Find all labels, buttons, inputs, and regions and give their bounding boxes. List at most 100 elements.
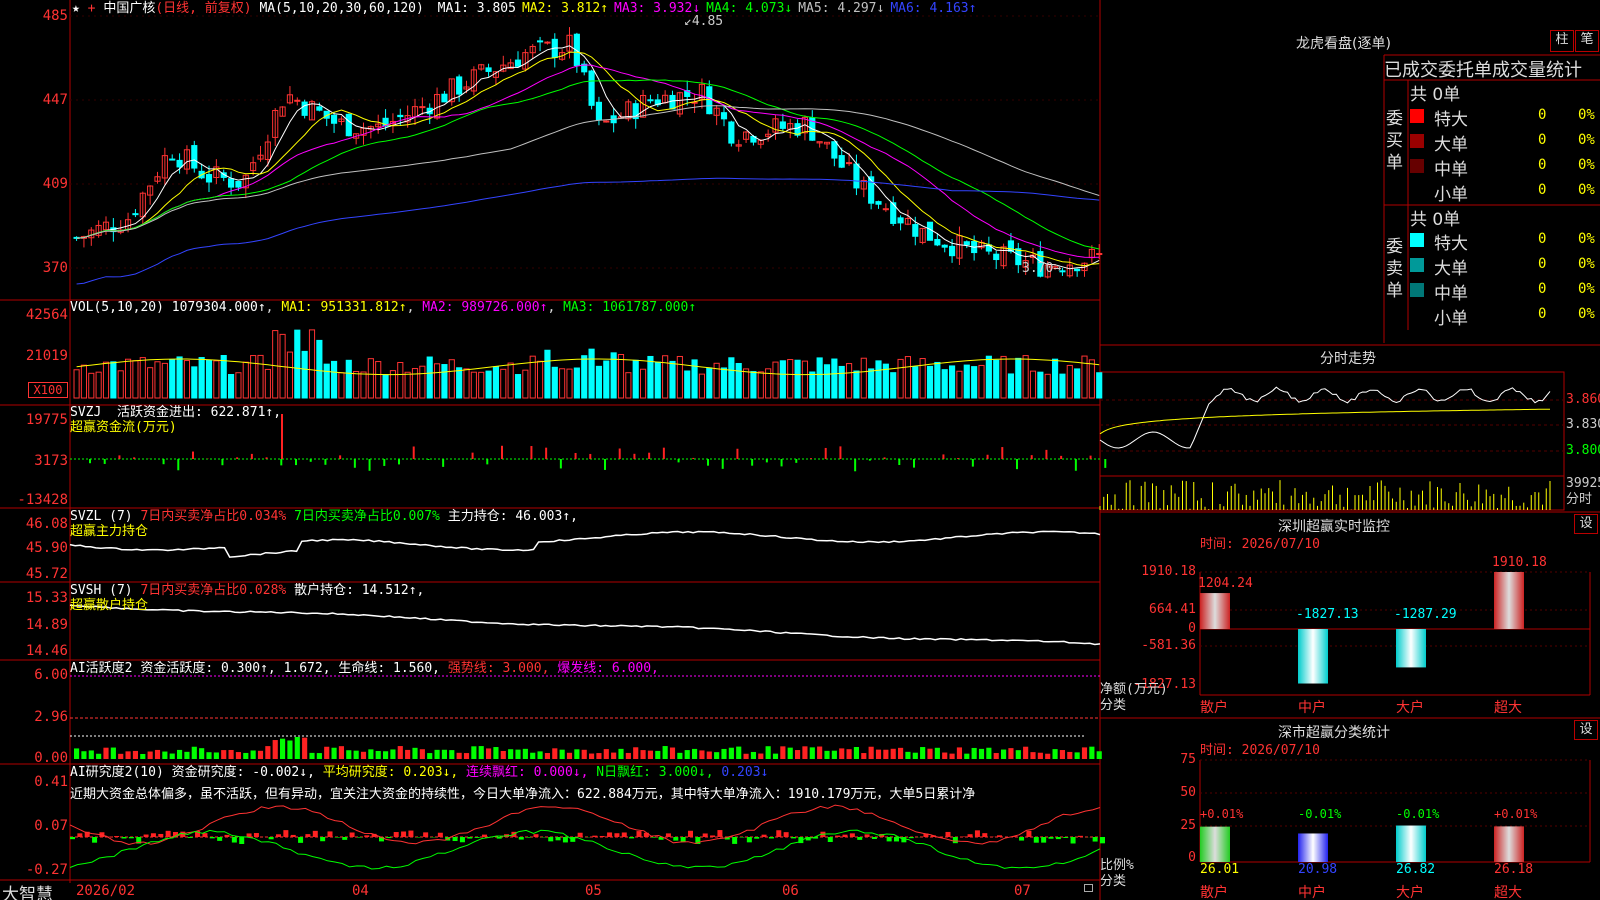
sz-bar — [1494, 572, 1524, 629]
activity-bar — [787, 747, 793, 759]
lock-icon[interactable] — [1084, 884, 1093, 892]
activity-bar — [368, 749, 374, 759]
activity-bar — [272, 740, 278, 759]
volume-bar — [1022, 355, 1029, 399]
sz-bar-category: 超大 — [1494, 700, 1522, 716]
candle-body — [514, 59, 522, 67]
sz-title: 深圳超赢实时监控 — [1278, 519, 1390, 535]
ai2-header: AI研究度2(10) 资金研究度: -0.002↓, 平均研究度: 0.203↓… — [70, 765, 769, 780]
sz-y-tick: 1910.18 — [1141, 564, 1196, 579]
date-label: 05 — [585, 883, 602, 899]
ai2-bar — [776, 830, 782, 837]
plus-icon[interactable]: + — [88, 1, 96, 16]
sell-total: 共 0单 — [1410, 210, 1461, 230]
activity-bar — [250, 750, 256, 759]
vol-y-tick: 42564 — [25, 307, 68, 323]
order-pct: 0% — [1578, 182, 1595, 198]
activity-bar — [772, 753, 779, 759]
activity-bar — [1008, 748, 1014, 759]
activity-bar — [809, 747, 815, 759]
order-color-swatch — [1410, 258, 1424, 272]
ma-line-60 — [76, 105, 1100, 239]
activity-bar — [125, 751, 131, 759]
moving-average-lines — [76, 45, 1100, 285]
candle-body — [588, 70, 595, 106]
volume-bar — [772, 361, 779, 399]
ai1-bars — [70, 675, 1102, 759]
sz-y-tick: -581.36 — [1141, 638, 1196, 653]
order-type-name: 中单 — [1434, 160, 1468, 180]
activity-bar — [765, 746, 771, 759]
star-icon[interactable]: ★ — [72, 1, 80, 16]
candle-body — [595, 101, 603, 121]
candle-body — [441, 93, 448, 103]
order-type-name: 大单 — [1434, 259, 1468, 279]
volume-bar — [1000, 355, 1007, 399]
activity-bar — [81, 751, 87, 759]
ai2-bar — [114, 835, 120, 837]
activity-bar — [110, 747, 116, 759]
candle-body — [993, 253, 1000, 261]
sz-settings-button[interactable]: 设 — [1574, 514, 1598, 534]
ai2-bar — [555, 837, 561, 841]
ai2-bar — [894, 837, 899, 842]
ai1-header: AI活跃度2 资金活跃度: 0.300↑, 1.672, 生命线: 1.560,… — [70, 661, 659, 676]
ss-bar-category: 超大 — [1494, 885, 1522, 900]
activity-bar — [574, 749, 580, 759]
volume-bar — [360, 371, 367, 399]
volume-bar — [382, 374, 389, 399]
activity-bar — [471, 746, 477, 759]
volume-bar — [934, 361, 941, 399]
volume-bar — [890, 372, 897, 399]
ai2-bar — [283, 830, 289, 837]
candle-body — [205, 174, 213, 183]
date-label: 06 — [782, 883, 799, 899]
activity-bar — [662, 746, 668, 759]
vol-unit-button[interactable]: X100 — [28, 382, 68, 398]
ai2-bar — [592, 835, 598, 837]
ai2-bar — [356, 837, 362, 838]
volume-bar — [1037, 371, 1044, 399]
volume-bar — [750, 371, 757, 399]
activity-bar — [280, 738, 286, 759]
volume-bar — [941, 369, 948, 399]
ai2-bar — [276, 834, 281, 837]
stock-terminal: ★ + 中国广核(日线, 前复权) MA(5,10,20,30,60,120) … — [0, 0, 1600, 900]
volume-bar — [1096, 372, 1103, 399]
activity-bar — [353, 750, 359, 759]
stats-tab-label[interactable]: 已成交委托单成交量统计 — [1384, 56, 1600, 82]
activity-bar — [699, 750, 705, 759]
ai2-bar — [298, 837, 304, 843]
chart-mode[interactable]: (日线, 前复权) — [155, 1, 251, 16]
svsh-y-tick: 14.46 — [25, 643, 68, 659]
activity-bar — [390, 749, 396, 759]
order-type-name: 特大 — [1434, 234, 1468, 254]
ai2-bar — [901, 837, 907, 843]
column-view-button[interactable]: 柱 — [1550, 30, 1574, 52]
ss-settings-button[interactable]: 设 — [1574, 720, 1598, 740]
ai2-bar — [1041, 837, 1047, 843]
activity-bar — [1067, 751, 1073, 759]
activity-bar — [419, 749, 425, 759]
activity-bar — [978, 748, 985, 759]
volume-bar — [757, 371, 764, 399]
volume-bar — [191, 366, 198, 399]
ai2-y-tick: 0.07 — [34, 818, 68, 834]
volume-bar — [434, 363, 441, 399]
candle-body — [846, 162, 853, 165]
sz-bar-value: -1287.29 — [1394, 607, 1457, 622]
fenshi-vol-tick: 39925 — [1566, 476, 1600, 491]
volume-bar — [154, 361, 161, 399]
volume-bar — [897, 358, 904, 399]
tick-view-button[interactable]: 笔 — [1575, 30, 1599, 52]
sz-bar — [1200, 593, 1230, 629]
high-price-label: ↙4.85 — [684, 14, 724, 29]
volume-bar — [912, 366, 919, 399]
ss-y-tick: 50 — [1180, 785, 1196, 800]
candle-body — [963, 241, 970, 246]
order-count: 0 — [1538, 107, 1547, 123]
svzj-y-tick: 19775 — [25, 412, 68, 428]
activity-bar — [199, 748, 205, 759]
volume-bar — [801, 360, 809, 399]
volume-bar — [73, 369, 80, 399]
